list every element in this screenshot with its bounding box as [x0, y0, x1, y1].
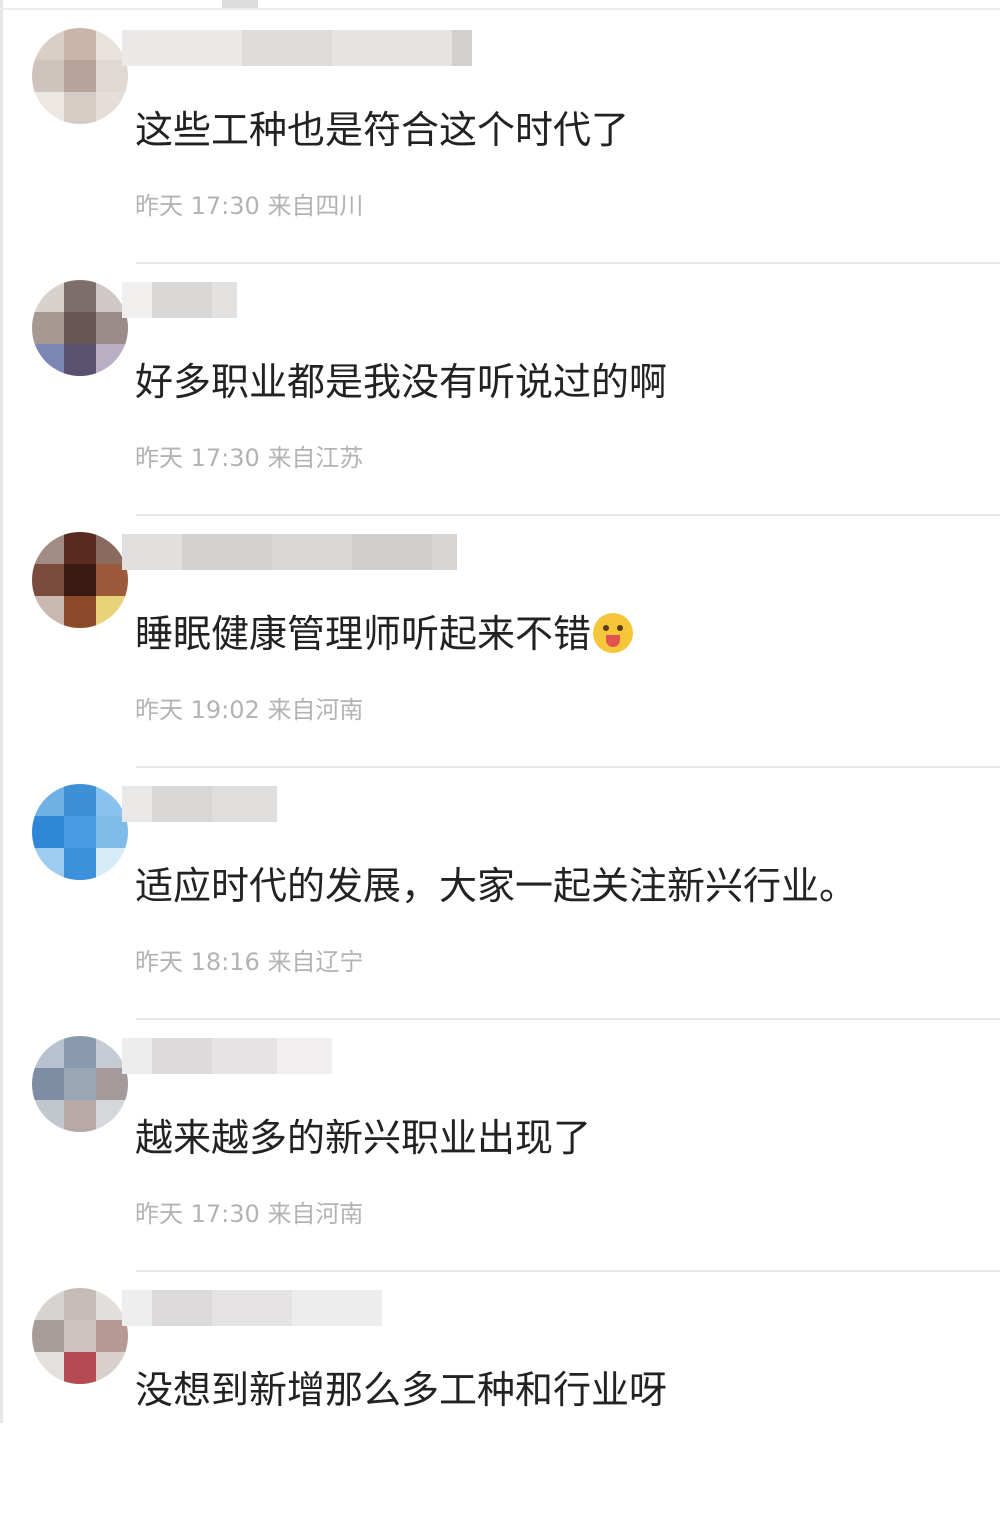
username-blurred[interactable] — [122, 1038, 332, 1074]
comment-time: 昨天 17:30 — [135, 192, 260, 220]
comment-item: 这些工种也是符合这个时代了昨天 17:30 来自四川 — [0, 10, 1000, 262]
comment-text-content: 没想到新增那么多工种和行业呀 — [135, 1368, 668, 1412]
comment-divider — [136, 1018, 1000, 1020]
comment-time: 昨天 17:30 — [135, 1200, 260, 1228]
comment-meta: 昨天 17:30 来自江苏 — [135, 438, 363, 473]
comment-time: 昨天 19:02 — [135, 696, 260, 724]
comment-item: 好多职业都是我没有听说过的啊昨天 17:30 来自江苏 — [0, 262, 1000, 514]
comment-text-content: 越来越多的新兴职业出现了 — [135, 1116, 592, 1160]
avatar[interactable] — [32, 532, 128, 628]
avatar[interactable] — [32, 28, 128, 124]
comment-text: 越来越多的新兴职业出现了 — [135, 1114, 591, 1162]
comment-meta: 昨天 17:30 来自河南 — [135, 1194, 363, 1229]
comment-divider — [136, 262, 1000, 264]
comment-text-content: 睡眠健康管理师听起来不错 — [135, 612, 592, 656]
username-blurred[interactable] — [122, 1290, 382, 1326]
comment-text: 适应时代的发展，大家一起关注新兴行业。 — [135, 862, 857, 910]
username-blurred[interactable] — [122, 534, 457, 570]
avatar[interactable] — [32, 784, 128, 880]
comment-divider — [136, 514, 1000, 516]
comment-item: 睡眠健康管理师听起来不错昨天 19:02 来自河南 — [0, 514, 1000, 766]
comment-location: 来自江苏 — [267, 444, 364, 472]
username-blurred[interactable] — [122, 786, 277, 822]
comment-meta: 昨天 19:02 来自河南 — [135, 690, 363, 725]
avatar[interactable] — [32, 1288, 128, 1384]
comment-divider — [136, 1270, 1000, 1272]
avatar[interactable] — [32, 1036, 128, 1132]
comment-item: 越来越多的新兴职业出现了昨天 17:30 来自河南 — [0, 1018, 1000, 1270]
comment-item: 适应时代的发展，大家一起关注新兴行业。昨天 18:16 来自辽宁 — [0, 766, 1000, 1018]
comment-text: 睡眠健康管理师听起来不错 — [135, 610, 634, 658]
avatar[interactable] — [32, 280, 128, 376]
username-blurred[interactable] — [122, 30, 472, 66]
comment-text-content: 好多职业都是我没有听说过的啊 — [135, 360, 668, 404]
comment-location: 来自河南 — [267, 1200, 364, 1228]
comment-location: 来自辽宁 — [267, 948, 364, 976]
comment-location: 来自四川 — [267, 192, 364, 220]
comment-time: 昨天 17:30 — [135, 444, 260, 472]
comment-text-content: 适应时代的发展，大家一起关注新兴行业。 — [135, 864, 858, 908]
comment-text: 这些工种也是符合这个时代了 — [135, 106, 629, 154]
comment-item: 没想到新增那么多工种和行业呀 — [0, 1270, 1000, 1522]
comment-location: 来自河南 — [267, 696, 364, 724]
top-tab-marker — [222, 0, 258, 8]
comment-text: 好多职业都是我没有听说过的啊 — [135, 358, 667, 406]
username-blurred[interactable] — [122, 282, 237, 318]
comment-divider — [136, 766, 1000, 768]
comment-text: 没想到新增那么多工种和行业呀 — [135, 1366, 667, 1414]
comment-time: 昨天 18:16 — [135, 948, 260, 976]
comment-meta: 昨天 17:30 来自四川 — [135, 186, 363, 221]
tongue-out-emoji-icon — [593, 613, 634, 653]
comment-text-content: 这些工种也是符合这个时代了 — [135, 108, 630, 152]
comment-meta: 昨天 18:16 来自辽宁 — [135, 942, 363, 977]
